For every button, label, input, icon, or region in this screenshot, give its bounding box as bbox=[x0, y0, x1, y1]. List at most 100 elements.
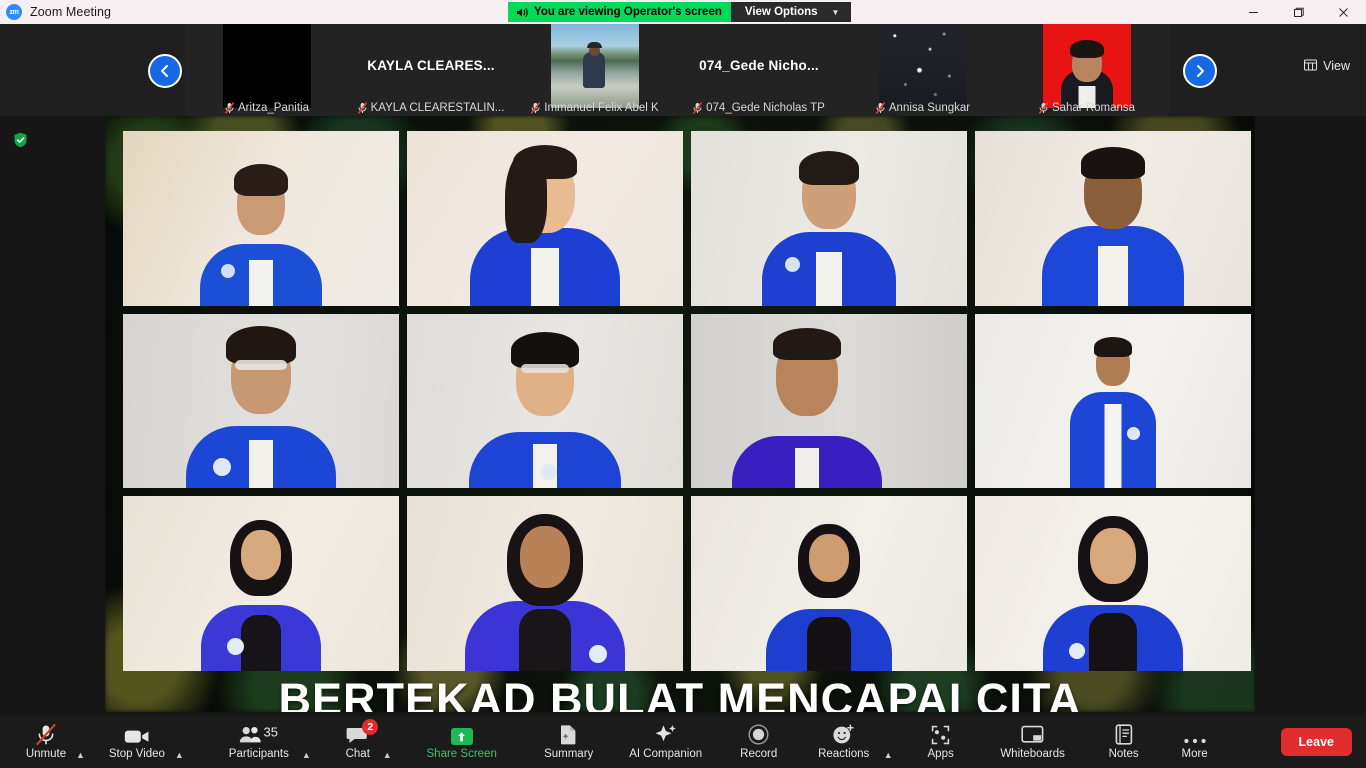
ellipsis-icon bbox=[1183, 724, 1207, 745]
record-icon bbox=[748, 724, 769, 745]
thumbnail-label: KAYLA CLEARESTALIN... bbox=[349, 102, 513, 114]
zoom-logo-text: zm bbox=[9, 8, 19, 16]
thumbnail-074-gede-nicholas-tp[interactable]: 074_Gede Nicho... 074_Gede Nicholas TP bbox=[677, 24, 841, 116]
grid-cell bbox=[975, 313, 1251, 489]
apps-label: Apps bbox=[927, 748, 954, 760]
thumbnail-label: Sahar Romansa bbox=[1005, 102, 1169, 114]
shared-video-grid bbox=[123, 131, 1251, 671]
chat-unread-badge: 2 bbox=[362, 719, 379, 735]
chat-bubble-icon: 2 bbox=[346, 719, 379, 745]
view-layout-button[interactable]: View bbox=[1296, 54, 1358, 78]
audio-options-chevron-icon[interactable]: ▲ bbox=[74, 750, 91, 760]
speaker-icon bbox=[516, 7, 529, 18]
window-controls bbox=[1231, 0, 1366, 24]
thumbnail-sahar-romansa[interactable]: Sahar Romansa bbox=[1005, 24, 1169, 116]
stop-video-label: Stop Video bbox=[108, 748, 165, 760]
chevron-down-icon: ▼ bbox=[831, 7, 840, 17]
thumbnail-display-name: KAYLA CLEARES... bbox=[367, 58, 495, 73]
share-screen-button[interactable]: Share Screen bbox=[414, 716, 510, 768]
more-button[interactable]: More bbox=[1167, 716, 1223, 768]
meeting-control-bar: Unmute ▲ Stop Video ▲ 35 Participants ▲ … bbox=[0, 716, 1366, 768]
maximize-button[interactable] bbox=[1276, 0, 1321, 24]
viewing-screen-text: You are viewing Operator's screen bbox=[534, 6, 722, 18]
whiteboard-icon bbox=[1021, 724, 1044, 745]
grid-cell bbox=[407, 313, 683, 489]
notes-label: Notes bbox=[1108, 748, 1139, 760]
microphone-muted-icon bbox=[693, 102, 703, 114]
view-options-button[interactable]: View Options ▼ bbox=[730, 2, 852, 22]
grid-cell bbox=[975, 496, 1251, 671]
shared-screen-content[interactable]: BERTEKAD BULAT MENCAPAI CITA bbox=[105, 116, 1255, 712]
apps-icon bbox=[930, 724, 951, 745]
zoom-logo-icon: zm bbox=[6, 4, 22, 20]
thumbnail-name: Annisa Sungkar bbox=[888, 102, 971, 114]
video-control-group: Stop Video ▲ bbox=[101, 716, 190, 768]
notes-icon bbox=[1115, 724, 1133, 745]
participants-icon: 35 bbox=[239, 724, 279, 745]
window-title-bar: zm Zoom Meeting You are viewing Operator… bbox=[0, 0, 1366, 24]
filmstrip-prev-button[interactable] bbox=[148, 54, 182, 88]
leave-button[interactable]: Leave bbox=[1280, 728, 1352, 756]
chat-options-chevron-icon[interactable]: ▲ bbox=[381, 750, 398, 760]
microphone-muted-icon bbox=[225, 102, 235, 114]
reactions-button[interactable]: Reactions bbox=[806, 716, 882, 768]
reactions-label: Reactions bbox=[818, 748, 870, 760]
microphone-muted-icon bbox=[36, 724, 56, 745]
microphone-muted-icon bbox=[357, 102, 367, 114]
participants-button[interactable]: 35 Participants bbox=[218, 716, 300, 768]
minimize-button[interactable] bbox=[1231, 0, 1276, 24]
participant-filmstrip: Aritza_Panitia KAYLA CLEARES... KAYLA CL… bbox=[0, 24, 1366, 116]
unmute-button[interactable]: Unmute bbox=[18, 716, 74, 768]
summary-icon bbox=[559, 724, 578, 745]
more-label: More bbox=[1181, 748, 1208, 760]
zoom-meeting-window: zm Zoom Meeting You are viewing Operator… bbox=[0, 0, 1366, 768]
grid-cell bbox=[123, 313, 399, 489]
grid-cell bbox=[123, 131, 399, 306]
close-button[interactable] bbox=[1321, 0, 1366, 24]
filmstrip-next-button[interactable] bbox=[1183, 54, 1217, 88]
reactions-control-group: Reactions ▲ bbox=[806, 716, 899, 768]
grid-cell bbox=[407, 131, 683, 306]
thumbnail-label: Aritza_Panitia bbox=[185, 102, 349, 114]
shield-check-icon[interactable] bbox=[13, 132, 28, 148]
thumbnail-name: Immanuel Felix Abel K bbox=[544, 102, 659, 114]
grid-cell bbox=[123, 496, 399, 671]
viewing-screen-banner: You are viewing Operator's screen bbox=[508, 2, 731, 22]
participants-label: Participants bbox=[228, 748, 289, 760]
apps-button[interactable]: Apps bbox=[913, 716, 969, 768]
screen-share-status-bar: You are viewing Operator's screen View O… bbox=[508, 2, 852, 22]
video-options-chevron-icon[interactable]: ▲ bbox=[173, 750, 190, 760]
stop-video-button[interactable]: Stop Video bbox=[101, 716, 173, 768]
svg-text:35: 35 bbox=[263, 726, 277, 740]
reactions-options-chevron-icon[interactable]: ▲ bbox=[882, 750, 899, 760]
sparkle-icon bbox=[653, 724, 679, 745]
chat-button[interactable]: 2 Chat bbox=[335, 716, 381, 768]
slide-banner-text: BERTEKAD BULAT MENCAPAI CITA bbox=[278, 674, 1082, 712]
thumbnail-immanuel-felix-abel-k[interactable]: Immanuel Felix Abel K bbox=[513, 24, 677, 116]
thumbnail-aritza-panitia[interactable]: Aritza_Panitia bbox=[185, 24, 349, 116]
ai-companion-button[interactable]: AI Companion bbox=[618, 716, 714, 768]
share-screen-icon bbox=[450, 724, 473, 745]
shared-screen-stage: BERTEKAD BULAT MENCAPAI CITA bbox=[0, 116, 1366, 716]
summary-button[interactable]: Summary bbox=[532, 716, 606, 768]
participants-options-chevron-icon[interactable]: ▲ bbox=[300, 750, 317, 760]
thumbnail-video bbox=[1043, 24, 1131, 108]
share-screen-label: Share Screen bbox=[426, 748, 497, 760]
record-button[interactable]: Record bbox=[726, 716, 792, 768]
thumbnail-name: Aritza_Panitia bbox=[238, 102, 309, 114]
whiteboards-button[interactable]: Whiteboards bbox=[985, 716, 1081, 768]
thumbnail-video bbox=[551, 24, 639, 108]
microphone-muted-icon bbox=[875, 102, 885, 114]
grid-cell bbox=[691, 313, 967, 489]
window-title: Zoom Meeting bbox=[30, 5, 112, 19]
grid-cell bbox=[691, 131, 967, 306]
chevron-left-icon bbox=[158, 64, 172, 78]
thumbnail-video bbox=[879, 24, 967, 108]
thumbnail-annisa-sungkar[interactable]: Annisa Sungkar bbox=[841, 24, 1005, 116]
grid-view-icon bbox=[1304, 59, 1318, 74]
notes-button[interactable]: Notes bbox=[1095, 716, 1153, 768]
thumbnail-kayla-clearestalin[interactable]: KAYLA CLEARES... KAYLA CLEARESTALIN... bbox=[349, 24, 513, 116]
ai-companion-label: AI Companion bbox=[629, 748, 703, 760]
unmute-label: Unmute bbox=[25, 748, 67, 760]
thumbnail-display-name: 074_Gede Nicho... bbox=[699, 58, 819, 73]
